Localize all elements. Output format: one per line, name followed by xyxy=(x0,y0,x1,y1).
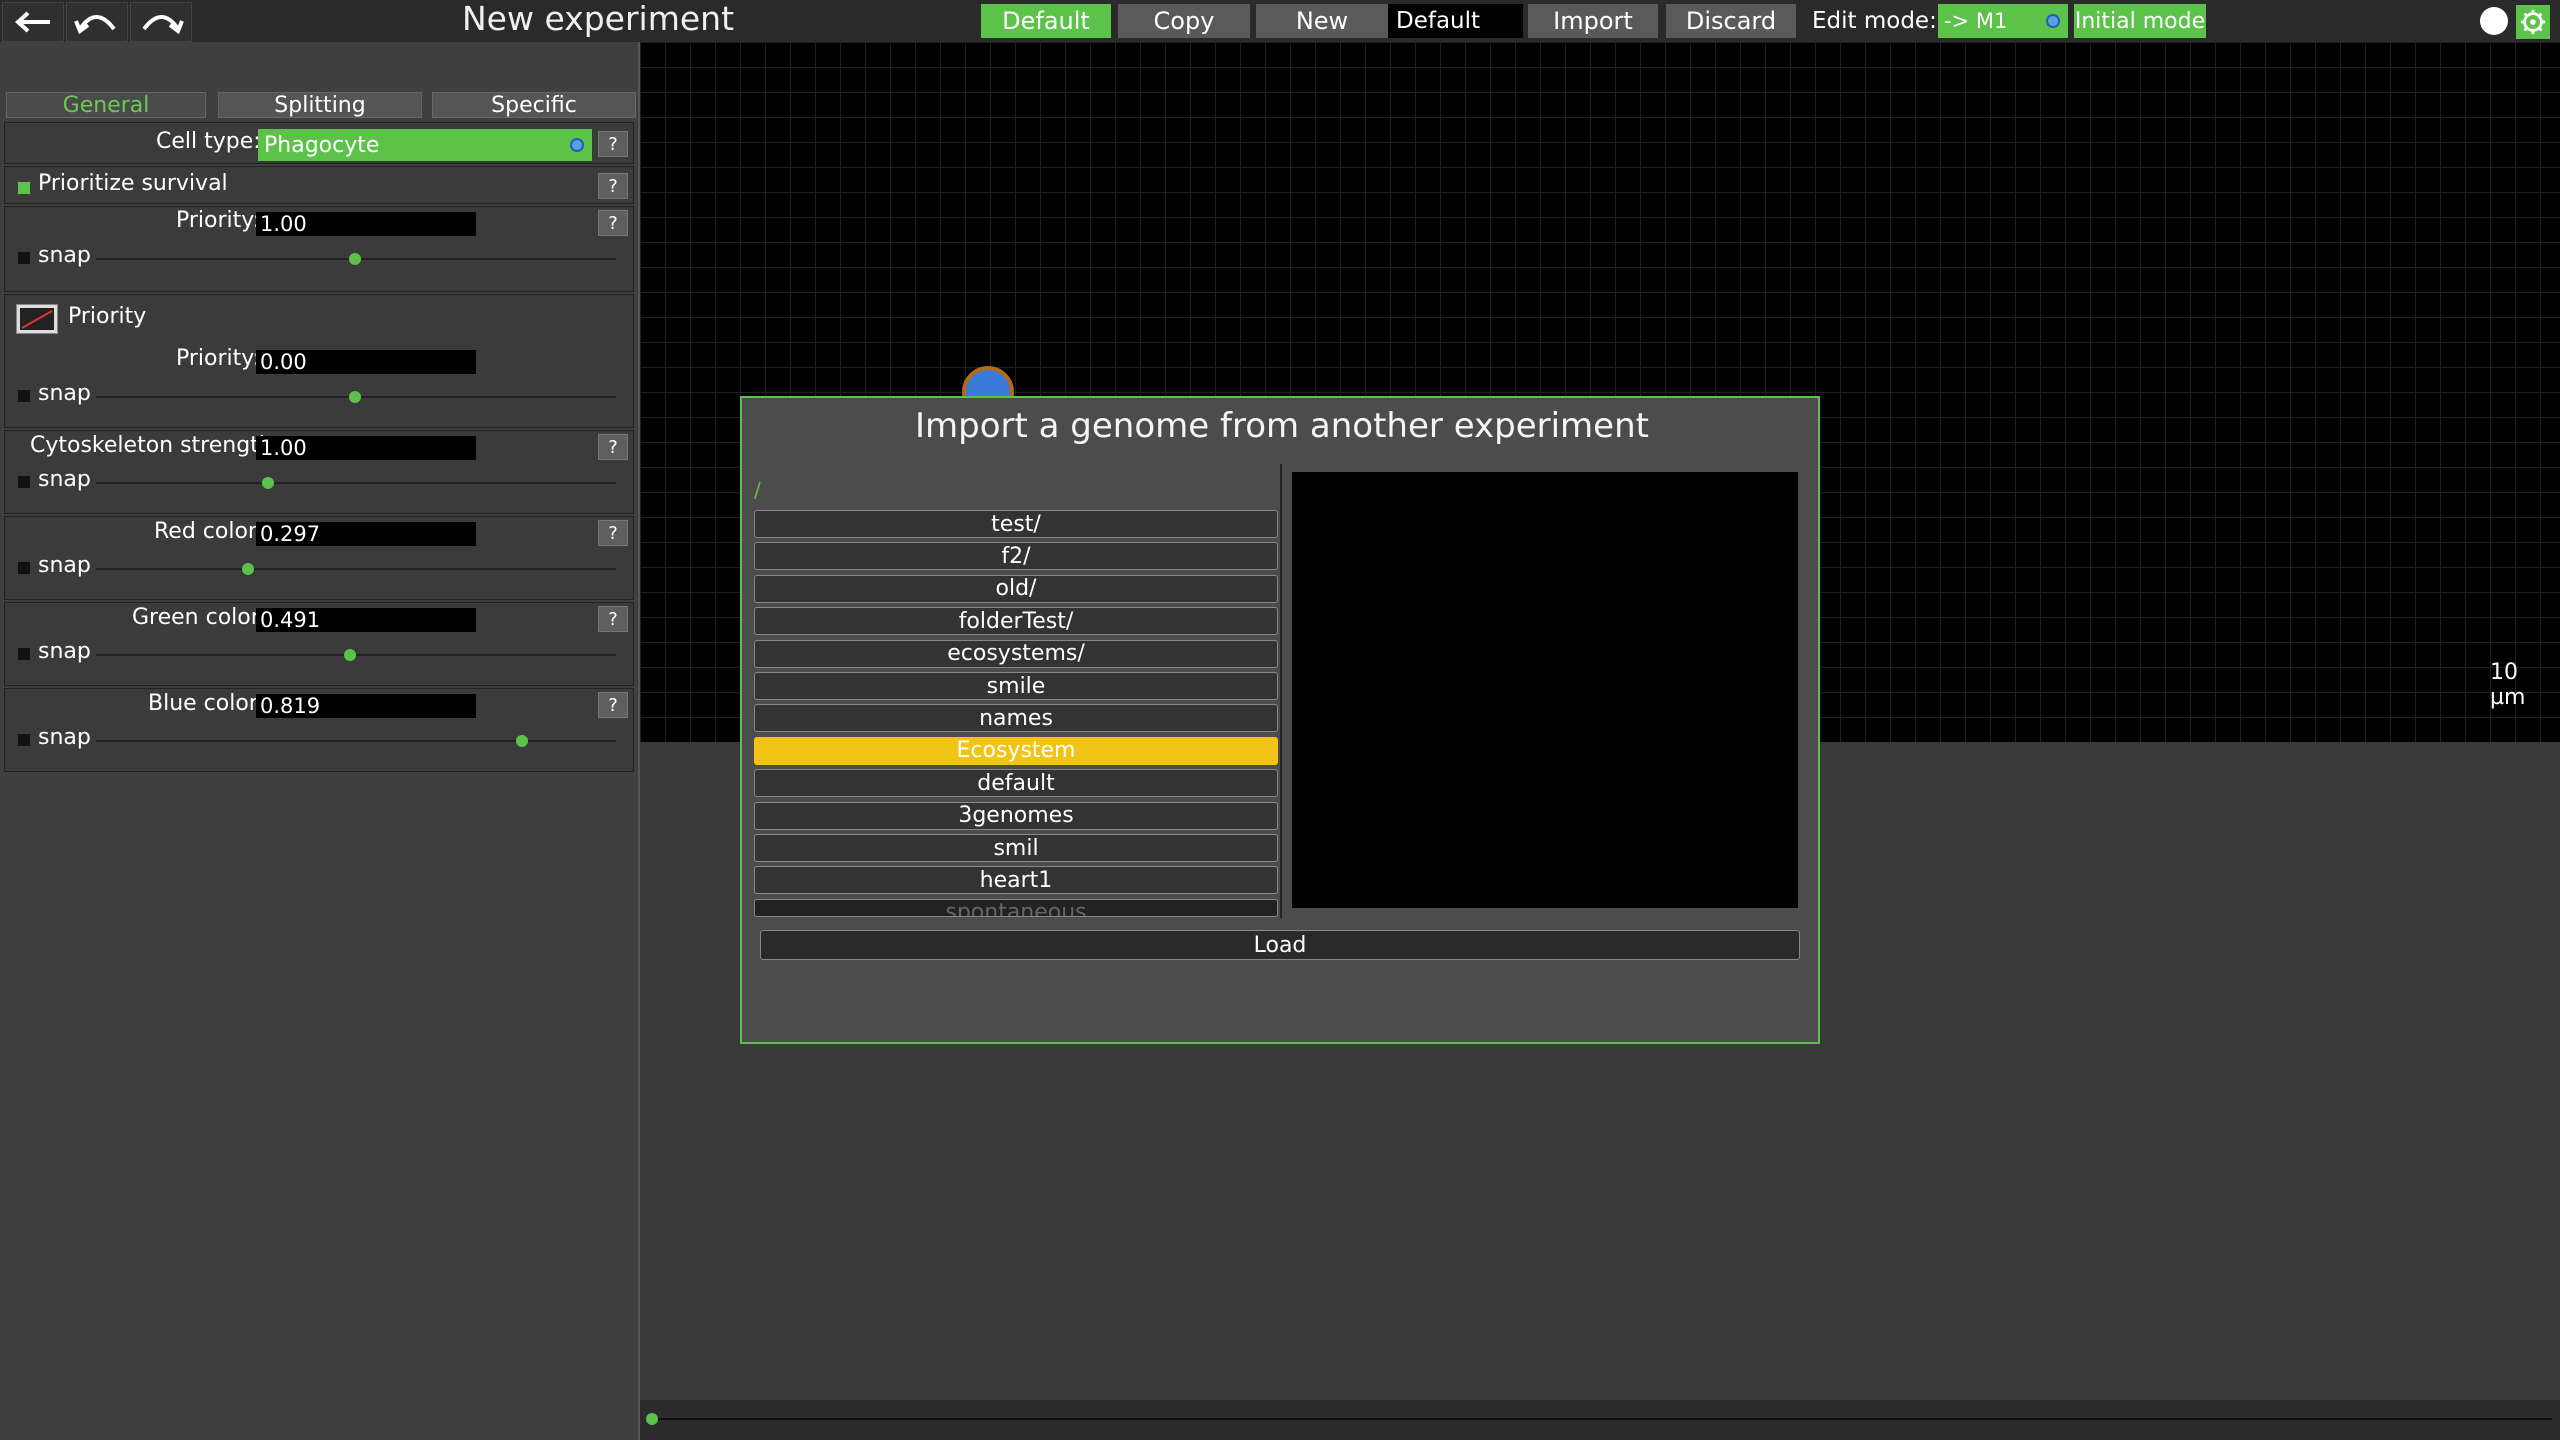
file-list-item[interactable]: f2/ xyxy=(754,542,1278,571)
snap-checkbox[interactable] xyxy=(18,562,30,574)
edit-mode-select[interactable]: -> M1 xyxy=(1938,4,2068,38)
edit-mode-label: Edit mode: xyxy=(1812,8,1937,34)
file-list-item[interactable]: names xyxy=(754,704,1278,733)
file-list-item[interactable]: folderTest/ xyxy=(754,607,1278,636)
blue-color-slider-knob[interactable] xyxy=(516,735,528,747)
file-list-item[interactable]: smil xyxy=(754,834,1278,862)
blue-color-input[interactable]: 0.819 xyxy=(256,694,476,718)
timeline-bar xyxy=(640,1400,2560,1440)
snap-checkbox[interactable] xyxy=(18,476,30,488)
undo-button[interactable] xyxy=(66,2,128,42)
file-list-item[interactable]: default xyxy=(754,769,1278,798)
help-button[interactable]: ? xyxy=(598,173,628,199)
blue-color-label: Blue color: xyxy=(148,691,265,716)
priority-slider-knob[interactable] xyxy=(349,391,361,403)
scale-label: 10 µm xyxy=(2490,660,2526,710)
priority-label: Priority: xyxy=(176,346,261,371)
arrow-left-icon xyxy=(15,11,50,33)
snap-label: snap xyxy=(38,725,91,750)
help-button[interactable]: ? xyxy=(598,210,628,236)
file-list-item[interactable]: 3genomes xyxy=(754,801,1278,830)
cytoskeleton-label: Cytoskeleton strength: xyxy=(30,433,281,458)
import-genome-dialog: Import a genome from another experiment … xyxy=(740,396,1820,1044)
file-list-item[interactable]: spontaneous xyxy=(754,898,1278,917)
red-color-slider-knob[interactable] xyxy=(242,563,254,575)
help-button[interactable]: ? xyxy=(598,520,628,546)
snap-label: snap xyxy=(38,381,91,406)
back-button[interactable] xyxy=(2,2,64,42)
snap-label: snap xyxy=(38,243,91,268)
timeline-slider-knob[interactable] xyxy=(646,1413,658,1425)
priority-label: Priority: xyxy=(176,208,261,233)
file-list-item[interactable]: test/ xyxy=(754,510,1278,538)
red-color-slider[interactable] xyxy=(96,568,616,570)
cytoskeleton-slider[interactable] xyxy=(96,482,616,484)
snap-checkbox[interactable] xyxy=(18,390,30,402)
help-button[interactable]: ? xyxy=(598,434,628,460)
priority-input[interactable]: 1.00 xyxy=(256,212,476,236)
snap-checkbox[interactable] xyxy=(18,252,30,264)
red-color-label: Red color: xyxy=(154,519,264,544)
file-list-item[interactable]: ecosystems/ xyxy=(754,639,1278,668)
dropdown-icon xyxy=(570,138,584,152)
snap-label: snap xyxy=(38,639,91,664)
blue-color-slider[interactable] xyxy=(96,740,616,742)
cytoskeleton-slider-knob[interactable] xyxy=(262,477,274,489)
green-color-slider[interactable] xyxy=(96,654,616,656)
cytoskeleton-input[interactable]: 1.00 xyxy=(256,436,476,460)
undo-icon xyxy=(74,15,116,35)
current-path: / xyxy=(754,478,761,502)
dialog-title: Import a genome from another experiment xyxy=(915,406,1649,446)
file-list-item[interactable]: Ecosystem xyxy=(754,736,1278,765)
import-button[interactable]: Import xyxy=(1528,4,1658,38)
dropdown-icon xyxy=(2046,14,2060,28)
list-scrollbar[interactable] xyxy=(1280,464,1282,918)
help-button[interactable]: ? xyxy=(598,606,628,632)
help-button[interactable]: ? xyxy=(598,131,628,157)
gear-icon xyxy=(2520,9,2546,35)
cell-type-value: Phagocyte xyxy=(264,132,380,158)
snap-checkbox[interactable] xyxy=(18,734,30,746)
edit-mode-value: -> M1 xyxy=(1944,9,2008,33)
circle-icon[interactable] xyxy=(2480,7,2508,35)
snap-label: snap xyxy=(38,553,91,578)
snap-checkbox[interactable] xyxy=(18,648,30,660)
file-list-item[interactable]: heart1 xyxy=(754,866,1278,895)
initial-mode-button[interactable]: Initial mode xyxy=(2074,4,2206,38)
file-list-item[interactable]: old/ xyxy=(754,574,1278,603)
red-color-input[interactable]: 0.297 xyxy=(256,522,476,546)
genome-preview xyxy=(1292,472,1798,908)
genome-name-field[interactable]: Default xyxy=(1388,4,1523,38)
graph-line-icon xyxy=(20,308,54,330)
priority-graph-label: Priority xyxy=(68,304,147,329)
prioritize-survival-checkbox[interactable] xyxy=(18,182,30,194)
priority-slider-knob[interactable] xyxy=(349,253,361,265)
tab-specific[interactable]: Specific xyxy=(432,92,636,118)
help-button[interactable]: ? xyxy=(598,692,628,718)
settings-button[interactable] xyxy=(2516,5,2550,39)
cell-type-select[interactable]: Phagocyte xyxy=(258,129,592,161)
redo-button[interactable] xyxy=(130,2,192,42)
copy-button[interactable]: Copy xyxy=(1118,4,1250,38)
file-list-item[interactable]: smile xyxy=(754,672,1278,700)
priority-input[interactable]: 0.00 xyxy=(256,350,476,374)
redo-icon xyxy=(142,15,184,35)
prioritize-survival-label: Prioritize survival xyxy=(38,171,228,196)
new-button[interactable]: New xyxy=(1256,4,1388,38)
green-color-label: Green color: xyxy=(132,605,267,630)
default-button[interactable]: Default xyxy=(981,4,1111,38)
discard-button[interactable]: Discard xyxy=(1666,4,1796,38)
snap-label: snap xyxy=(38,467,91,492)
green-color-input[interactable]: 0.491 xyxy=(256,608,476,632)
graph-icon[interactable] xyxy=(16,304,58,334)
tab-general[interactable]: General xyxy=(6,92,206,118)
experiment-title: New experiment xyxy=(462,0,735,38)
load-button[interactable]: Load xyxy=(760,930,1800,960)
tab-splitting[interactable]: Splitting xyxy=(218,92,422,118)
cell-type-label: Cell type: xyxy=(156,129,261,154)
green-color-slider-knob[interactable] xyxy=(344,649,356,661)
timeline-slider[interactable] xyxy=(652,1418,2552,1420)
